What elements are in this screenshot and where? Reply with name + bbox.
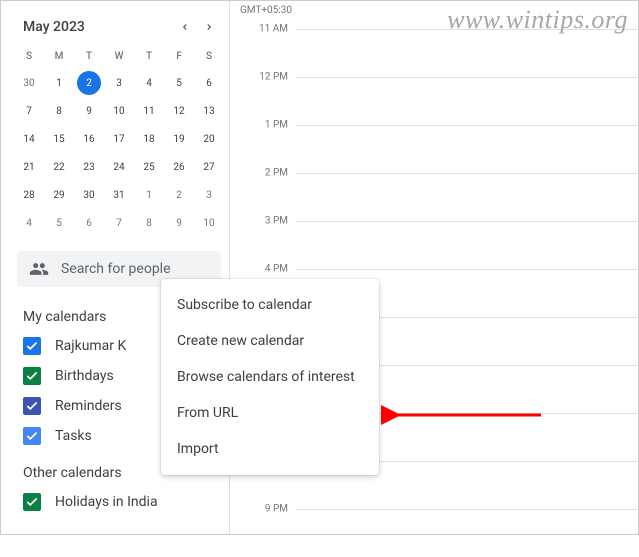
calendar-checkbox[interactable] — [23, 397, 41, 415]
date-cell[interactable]: 8 — [44, 97, 74, 125]
dow-label: F — [164, 43, 194, 69]
date-cell[interactable]: 15 — [44, 125, 74, 153]
date-cell[interactable]: 11 — [134, 97, 164, 125]
calendar-checkbox[interactable] — [23, 493, 41, 511]
people-icon — [29, 259, 49, 279]
hour-label: 2 PM — [236, 168, 296, 179]
date-cell[interactable]: 1 — [134, 181, 164, 209]
date-cell[interactable]: 25 — [134, 153, 164, 181]
date-cell[interactable]: 29 — [44, 181, 74, 209]
calendar-checkbox[interactable] — [23, 427, 41, 445]
hour-gridline — [296, 509, 638, 557]
date-cell[interactable]: 4 — [14, 209, 44, 237]
hour-gridline — [296, 173, 638, 221]
search-placeholder: Search for people — [61, 261, 171, 277]
dow-label: T — [134, 43, 164, 69]
watermark: www.wintips.org — [447, 5, 628, 35]
hour-label: 3 PM — [236, 216, 296, 227]
calendar-label: Holidays in India — [55, 494, 158, 510]
chevron-right-icon — [204, 22, 214, 32]
hour-gridline — [296, 221, 638, 269]
date-cell[interactable]: 9 — [74, 97, 104, 125]
date-cell[interactable]: 22 — [44, 153, 74, 181]
hour-label: 12 PM — [236, 72, 296, 83]
date-cell[interactable]: 5 — [44, 209, 74, 237]
date-cell[interactable]: 6 — [194, 69, 224, 97]
calendar-item[interactable]: Holidays in India — [9, 487, 229, 517]
date-cell[interactable]: 10 — [194, 209, 224, 237]
prev-month-button[interactable] — [173, 15, 197, 39]
hour-gridline — [296, 125, 638, 173]
date-cell[interactable]: 18 — [134, 125, 164, 153]
dow-label: S — [194, 43, 224, 69]
annotation-arrow — [381, 403, 551, 427]
menu-item-browse-calendars-of-interest[interactable]: Browse calendars of interest — [161, 359, 379, 395]
calendar-label: Reminders — [55, 398, 122, 414]
menu-item-subscribe-to-calendar[interactable]: Subscribe to calendar — [161, 287, 379, 323]
date-cell[interactable]: 13 — [194, 97, 224, 125]
hour-label: 1 PM — [236, 120, 296, 131]
month-label: May 2023 — [23, 19, 173, 35]
date-cell[interactable]: 19 — [164, 125, 194, 153]
date-cell[interactable]: 14 — [14, 125, 44, 153]
date-cell[interactable]: 2 — [74, 69, 104, 97]
date-cell[interactable]: 12 — [164, 97, 194, 125]
chevron-left-icon — [180, 22, 190, 32]
date-cell[interactable]: 27 — [194, 153, 224, 181]
add-calendar-menu: Subscribe to calendarCreate new calendar… — [161, 279, 379, 475]
date-cell[interactable]: 1 — [44, 69, 74, 97]
calendar-label: Rajkumar K — [55, 338, 126, 354]
date-cell[interactable]: 26 — [164, 153, 194, 181]
mini-calendar[interactable]: SMTWTFS301234567891011121314151617181920… — [14, 43, 224, 237]
date-cell[interactable]: 8 — [134, 209, 164, 237]
hour-label: 11 AM — [236, 24, 296, 35]
menu-item-create-new-calendar[interactable]: Create new calendar — [161, 323, 379, 359]
hour-gridline — [296, 29, 638, 77]
calendar-checkbox[interactable] — [23, 367, 41, 385]
hour-gridline — [296, 77, 638, 125]
dow-label: M — [44, 43, 74, 69]
date-cell[interactable]: 20 — [194, 125, 224, 153]
date-cell[interactable]: 31 — [104, 181, 134, 209]
dow-label: S — [14, 43, 44, 69]
menu-item-from-url[interactable]: From URL — [161, 395, 379, 431]
date-cell[interactable]: 3 — [194, 181, 224, 209]
date-cell[interactable]: 9 — [164, 209, 194, 237]
date-cell[interactable]: 23 — [74, 153, 104, 181]
hour-label: 9 PM — [236, 504, 296, 515]
mini-calendar-header: May 2023 — [9, 9, 229, 43]
hour-label: 4 PM — [236, 264, 296, 275]
date-cell[interactable]: 7 — [14, 97, 44, 125]
menu-item-import[interactable]: Import — [161, 431, 379, 467]
date-cell[interactable]: 24 — [104, 153, 134, 181]
date-cell[interactable]: 28 — [14, 181, 44, 209]
date-cell[interactable]: 3 — [104, 69, 134, 97]
calendar-label: Tasks — [55, 428, 92, 444]
calendar-label: Birthdays — [55, 368, 114, 384]
date-cell[interactable]: 6 — [74, 209, 104, 237]
date-cell[interactable]: 30 — [74, 181, 104, 209]
next-month-button[interactable] — [197, 15, 221, 39]
date-cell[interactable]: 2 — [164, 181, 194, 209]
dow-label: T — [74, 43, 104, 69]
calendar-checkbox[interactable] — [23, 337, 41, 355]
date-cell[interactable]: 21 — [14, 153, 44, 181]
date-cell[interactable]: 16 — [74, 125, 104, 153]
date-cell[interactable]: 4 — [134, 69, 164, 97]
date-cell[interactable]: 17 — [104, 125, 134, 153]
dow-label: W — [104, 43, 134, 69]
date-cell[interactable]: 7 — [104, 209, 134, 237]
date-cell[interactable]: 30 — [14, 69, 44, 97]
date-cell[interactable]: 5 — [164, 69, 194, 97]
date-cell[interactable]: 10 — [104, 97, 134, 125]
